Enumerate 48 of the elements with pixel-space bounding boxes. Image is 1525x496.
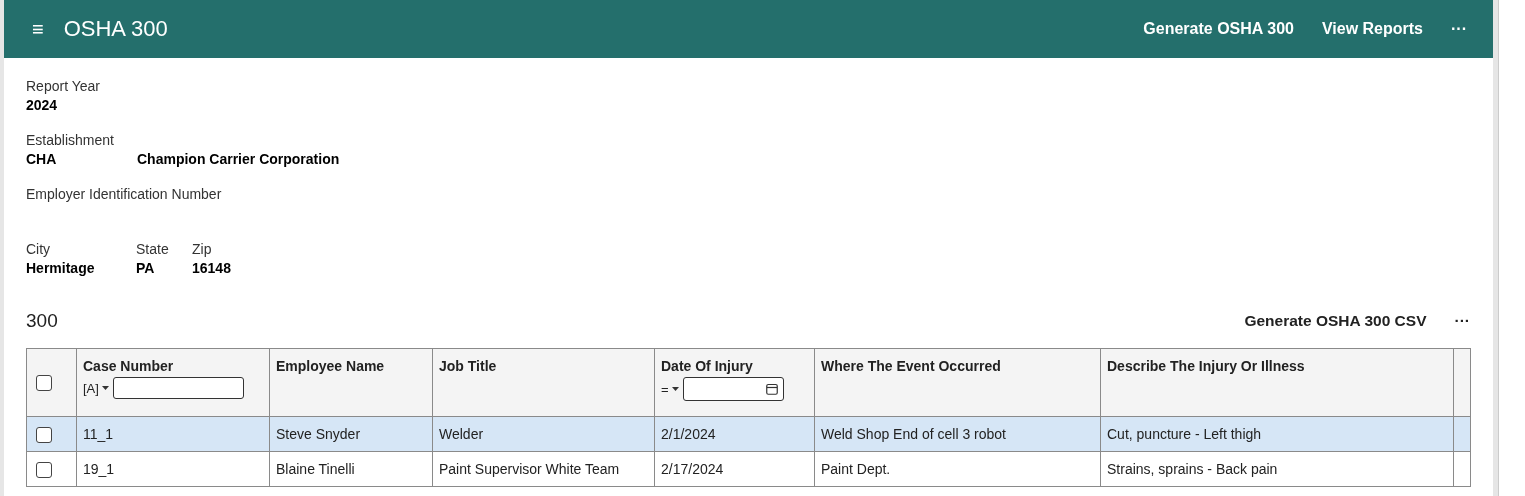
caret-icon[interactable]: [671, 387, 679, 391]
checkbox[interactable]: [36, 426, 52, 443]
app-title: OSHA 300: [63, 16, 169, 42]
field-label: Employer Identification Number: [26, 186, 223, 204]
table-cell: 11_1: [83, 426, 114, 442]
section-title: 300: [26, 310, 59, 332]
filter-operator-dropdown[interactable]: =: [661, 381, 679, 397]
checkbox[interactable]: [36, 461, 52, 478]
table-cell: 2/17/2024: [661, 461, 724, 477]
filter-operator-dropdown[interactable]: [A]: [83, 380, 109, 396]
column-header[interactable]: Case Number: [83, 358, 174, 374]
checkbox[interactable]: [36, 375, 52, 392]
column-header[interactable]: Job Title: [439, 358, 497, 374]
column-header[interactable]: Describe The Injury Or Illness: [1107, 358, 1305, 374]
filter-field[interactable]: [112, 377, 244, 399]
table-cell: Weld Shop End of cell 3 robot: [821, 426, 1006, 442]
field-label: Zip: [192, 241, 213, 259]
date-filter-field[interactable]: [682, 377, 784, 401]
table-cell: Blaine Tinelli: [276, 461, 355, 477]
column-header[interactable]: Where The Event Occurred: [821, 358, 1001, 374]
table-cell: Paint Dept.: [821, 461, 891, 477]
table-cell: Steve Snyder: [276, 426, 361, 442]
more-button[interactable]: ···: [1451, 20, 1467, 38]
column-header[interactable]: Employee Name: [276, 358, 385, 374]
field-value: Hermitage: [26, 260, 96, 278]
field-label: State: [136, 241, 170, 259]
calendar-icon[interactable]: [765, 383, 778, 395]
field-value: 16148: [192, 260, 232, 278]
field-value: Champion Carrier Corporation: [137, 151, 340, 169]
table-cell: Paint Supervisor White Team: [439, 461, 620, 477]
table-cell: Welder: [439, 426, 484, 442]
table-cell: Strains, sprains - Back pain: [1107, 461, 1278, 477]
field-value: CHA: [26, 151, 58, 169]
table-cell: Cut, puncture - Left thigh: [1107, 426, 1262, 442]
field-label: Establishment: [26, 132, 115, 150]
field-label: City: [26, 241, 52, 259]
more-button[interactable]: ···: [1454, 312, 1470, 330]
header-action-button[interactable]: View Reports: [1321, 20, 1423, 38]
table-cell: 2/1/2024: [661, 426, 716, 442]
caret-icon[interactable]: [101, 386, 109, 390]
menu-button[interactable]: ≡: [32, 17, 44, 41]
column-header[interactable]: Date Of Injury: [661, 358, 753, 374]
generate-csv-button[interactable]: Generate OSHA 300 CSV: [1244, 312, 1427, 330]
header-action-button[interactable]: Generate OSHA 300: [1143, 20, 1294, 38]
field-value: PA: [136, 260, 156, 278]
field-label: Report Year: [26, 78, 101, 96]
field-value: 2024: [26, 97, 59, 115]
table-cell: 19_1: [83, 461, 115, 477]
